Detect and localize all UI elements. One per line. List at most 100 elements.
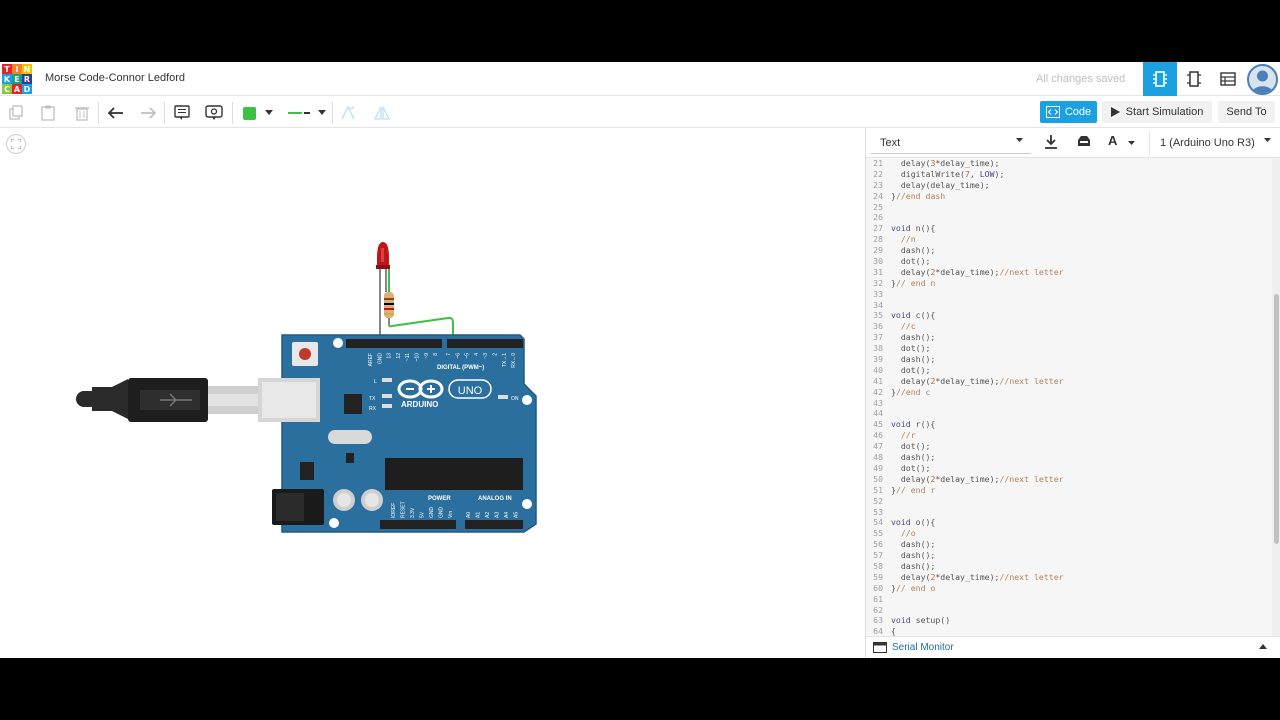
- download-code-button[interactable]: [1044, 134, 1064, 152]
- line-number: 23: [873, 179, 883, 190]
- code-text: dot();: [891, 441, 931, 452]
- red-led[interactable]: [376, 242, 390, 337]
- code-line: 51}// end r: [866, 485, 1272, 496]
- circuit-workspace[interactable]: ARDUINO UNO DIGITAL (PWM~) POWER ANALOG IN ON…: [0, 128, 865, 658]
- code-icon: [1045, 106, 1060, 118]
- resistor[interactable]: [384, 292, 394, 324]
- undo-button[interactable]: [106, 103, 126, 123]
- code-text: }// end o: [891, 582, 936, 593]
- schematic-view-button[interactable]: [1177, 62, 1211, 96]
- color-picker[interactable]: [240, 103, 276, 123]
- code-line: 44: [866, 408, 1272, 419]
- code-text: delay(delay_time);: [891, 179, 990, 190]
- toolbar-divider: [164, 102, 165, 124]
- power-pin-label: GND: [439, 507, 445, 519]
- line-number: 64: [873, 626, 883, 636]
- redo-button[interactable]: [138, 103, 158, 123]
- scrollbar-thumb[interactable]: [1274, 294, 1279, 544]
- chevron-down-icon: [265, 110, 273, 115]
- power-pin-label: 5V: [420, 511, 426, 518]
- code-text: dash();: [891, 452, 936, 463]
- analog-pin-label: A3: [495, 512, 501, 518]
- code-line: 35 void c(){: [866, 310, 1272, 321]
- paste-button[interactable]: [38, 103, 58, 123]
- usb-cable[interactable]: [76, 378, 258, 422]
- analog-label: ANALOG IN: [478, 496, 512, 502]
- font-size-button[interactable]: A: [1108, 133, 1138, 153]
- digital-pin-label: ~6: [455, 353, 461, 359]
- circuit-view-button[interactable]: [1143, 62, 1177, 96]
- rotate-button[interactable]: [338, 103, 358, 123]
- code-line: 49 dot();: [866, 463, 1272, 474]
- chevron-down-icon: [318, 110, 326, 115]
- board-select[interactable]: 1 (Arduino Uno R3): [1149, 132, 1277, 154]
- arduino-uno-board[interactable]: [258, 334, 537, 533]
- code-text-area[interactable]: 21 delay(3*delay_time); 22 digitalWrite(7…: [866, 158, 1272, 636]
- send-to-button[interactable]: Send To: [1218, 101, 1275, 123]
- digital-label: DIGITAL (PWM~): [437, 365, 484, 371]
- code-text: delay(2*delay_time);//next letter: [891, 571, 1064, 582]
- tinkercad-window: TINKERCAD Morse Code-Connor Ledford All …: [0, 62, 1280, 658]
- wire-type-picker[interactable]: [286, 103, 326, 123]
- crystal: [328, 430, 372, 444]
- line-number: 61: [873, 593, 883, 604]
- notes-button[interactable]: [172, 103, 192, 123]
- code-text: {: [891, 626, 896, 636]
- code-text: }//end dash: [891, 190, 946, 201]
- code-text: void n(){: [891, 223, 936, 234]
- line-number: 49: [873, 462, 883, 473]
- code-line: 33: [866, 289, 1272, 300]
- code-text: void r(){: [891, 419, 936, 430]
- code-line: 22 digitalWrite(7, LOW);: [866, 169, 1272, 180]
- editor-mode-select[interactable]: Text: [871, 132, 1031, 154]
- line-number: 27: [873, 223, 883, 234]
- code-editor-panel: Text A 1 (Arduino Uno R3) 21 delay(3*del…: [865, 128, 1280, 658]
- toolbar-divider: [332, 102, 333, 124]
- paste-icon: [41, 105, 55, 121]
- code-button-label: Code: [1064, 106, 1092, 118]
- code-line: 47 dot();: [866, 441, 1272, 452]
- code-button[interactable]: Code: [1040, 101, 1097, 123]
- avatar-icon: [1249, 66, 1276, 93]
- line-number: 50: [873, 473, 883, 484]
- copy-button[interactable]: [6, 103, 26, 123]
- toolbar: Code Start Simulation Send To: [0, 96, 1280, 128]
- line-number: 47: [873, 441, 883, 452]
- upload-library-button[interactable]: [1076, 134, 1096, 152]
- project-title[interactable]: Morse Code-Connor Ledford: [45, 72, 185, 84]
- code-line: 29 dash();: [866, 245, 1272, 256]
- line-number: 26: [873, 212, 883, 223]
- chevron-down-icon: [1016, 138, 1023, 142]
- code-line: 27 void n(){: [866, 223, 1272, 234]
- user-avatar[interactable]: [1247, 64, 1278, 95]
- chip-icon: [1153, 71, 1167, 87]
- code-line: 54 void o(){: [866, 517, 1272, 528]
- logo-letter: E: [12, 74, 22, 84]
- digital-pin-label: AREF: [368, 353, 374, 366]
- code-scrollbar[interactable]: [1272, 158, 1280, 636]
- serial-monitor-bar[interactable]: Serial Monitor: [866, 636, 1280, 658]
- power-label: POWER: [428, 496, 451, 502]
- chevron-down-icon: [1128, 141, 1135, 145]
- rotate-icon: [341, 105, 355, 120]
- code-line: 40 dot();: [866, 365, 1272, 376]
- line-number: 60: [873, 582, 883, 593]
- digital-pin-label: ~10: [415, 353, 421, 362]
- line-number: 37: [873, 332, 883, 343]
- visibility-button[interactable]: [204, 103, 224, 123]
- start-simulation-button[interactable]: Start Simulation: [1102, 101, 1212, 123]
- code-line: 24}//end dash: [866, 191, 1272, 202]
- flip-button[interactable]: [372, 103, 392, 123]
- line-number: 59: [873, 571, 883, 582]
- digital-pin-label: TX→1: [502, 353, 508, 367]
- tinkercad-logo[interactable]: TINKERCAD: [2, 64, 32, 94]
- chevron-up-icon[interactable]: [1259, 644, 1267, 649]
- component-list-button[interactable]: [1211, 62, 1245, 96]
- code-editor-header: Text A 1 (Arduino Uno R3): [866, 128, 1280, 158]
- analog-pin-label: A5: [514, 512, 520, 518]
- tx-label: TX: [369, 396, 376, 402]
- delete-button[interactable]: [72, 103, 92, 123]
- code-text: dash();: [891, 354, 936, 365]
- editor-mode-value: Text: [880, 136, 901, 149]
- code-text: dash();: [891, 245, 936, 256]
